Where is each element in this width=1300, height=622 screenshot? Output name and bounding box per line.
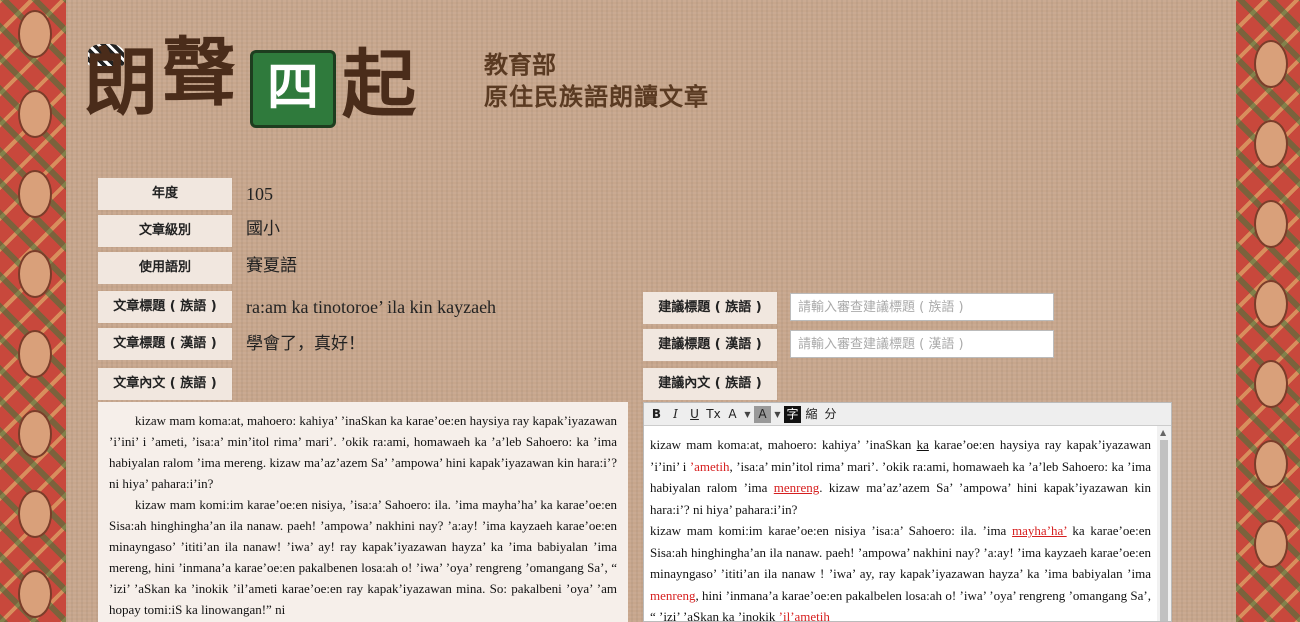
italic-button[interactable]: I xyxy=(667,406,684,423)
editor-scrollbar[interactable]: ▲ xyxy=(1157,426,1171,621)
language-label: 使用語別 xyxy=(98,252,232,284)
scroll-thumb[interactable] xyxy=(1160,440,1168,621)
suggest-title-chinese-label: 建議標題 ( 漢語 ) xyxy=(643,329,777,361)
book-logo-icon: 四 xyxy=(250,50,336,128)
bean-ornament xyxy=(1254,520,1288,568)
bean-ornament xyxy=(18,250,52,298)
suggest-title-native-input[interactable] xyxy=(790,293,1054,321)
clear-format-button[interactable]: Tx xyxy=(705,406,722,423)
suggest-title-native-label: 建議標題 ( 族語 ) xyxy=(643,292,777,324)
bean-ornament xyxy=(1254,200,1288,248)
logo-char: 朗 xyxy=(84,40,158,126)
suggest-content-native-label: 建議內文 ( 族語 ) xyxy=(643,368,777,400)
bean-ornament xyxy=(1254,440,1288,488)
bean-ornament xyxy=(18,170,52,218)
suggest-content-editor[interactable]: B I U Tx A ▼ A ▼ 字 縮 分 kizaw mam koma:at… xyxy=(643,402,1172,622)
site-header: 教育部 原住民族語朗讀文章 xyxy=(484,50,709,114)
main-content: 朗 聲 四 起 教育部 原住民族語朗讀文章 年度 105 文章級別 國小 使用語… xyxy=(66,0,1236,622)
bean-ornament xyxy=(1254,40,1288,88)
title-native-label: 文章標題 ( 族語 ) xyxy=(98,291,232,323)
bean-ornament xyxy=(18,90,52,138)
article-content: kizaw mam koma:at, mahoero: kahiya’ ’ina… xyxy=(98,402,628,622)
logo-char: 起 xyxy=(342,42,416,128)
editor-toolbar: B I U Tx A ▼ A ▼ 字 縮 分 xyxy=(644,403,1171,426)
underline-button[interactable]: U xyxy=(686,406,703,423)
bean-ornament xyxy=(18,410,52,458)
ministry-name: 教育部 xyxy=(484,51,556,79)
bean-ornament xyxy=(18,10,52,58)
bean-ornament xyxy=(18,330,52,378)
editor-paragraph: kizaw mam komi:im karae’oe:en nisiya ’is… xyxy=(650,523,1152,622)
year-label: 年度 xyxy=(98,178,232,210)
reduce-button[interactable]: 縮 xyxy=(803,406,820,423)
right-decorative-border xyxy=(1236,0,1300,622)
logo-char: 聲 xyxy=(162,30,236,116)
editor-paragraph: kizaw mam koma:at, mahoero: kahiya’ ’ina… xyxy=(650,437,1151,517)
font-color-button[interactable]: A xyxy=(724,406,741,423)
logo-char: 四 xyxy=(266,58,319,118)
content-native-label: 文章內文 ( 族語 ) xyxy=(98,368,232,400)
year-value: 105 xyxy=(246,184,273,204)
title-chinese-value: 學會了，真好！ xyxy=(246,334,365,354)
bean-ornament xyxy=(1254,120,1288,168)
suggest-title-chinese-input[interactable] xyxy=(790,330,1054,358)
bean-ornament xyxy=(1254,280,1288,328)
background-color-button[interactable]: A xyxy=(754,405,771,423)
level-value: 國小 xyxy=(246,219,280,239)
bold-button[interactable]: B xyxy=(648,406,665,423)
site-logo[interactable]: 朗 聲 四 起 xyxy=(84,22,429,157)
scroll-up-icon[interactable]: ▲ xyxy=(1160,428,1166,437)
editor-body[interactable]: kizaw mam koma:at, mahoero: kahiya’ ’ina… xyxy=(644,426,1157,622)
left-decorative-border xyxy=(0,0,66,622)
language-value: 賽夏語 xyxy=(246,256,297,276)
split-button[interactable]: 分 xyxy=(822,406,839,423)
chevron-down-icon[interactable]: ▼ xyxy=(743,406,752,423)
special-char-button[interactable]: 字 xyxy=(784,405,801,423)
title-chinese-label: 文章標題 ( 漢語 ) xyxy=(98,328,232,360)
title-native-value: ra:am ka tinotoroe’ ila kin kayzaeh xyxy=(246,297,497,317)
article-paragraph: kizaw mam komi:im karae’oe:en nisiya, ’i… xyxy=(109,497,617,617)
site-subtitle: 原住民族語朗讀文章 xyxy=(484,83,709,111)
bean-ornament xyxy=(18,490,52,538)
chevron-down-icon[interactable]: ▼ xyxy=(773,406,782,423)
bean-ornament xyxy=(18,570,52,618)
bean-ornament xyxy=(1254,360,1288,408)
level-label: 文章級別 xyxy=(98,215,232,247)
article-paragraph: kizaw mam koma:at, mahoero: kahiya’ ’ina… xyxy=(109,413,617,491)
